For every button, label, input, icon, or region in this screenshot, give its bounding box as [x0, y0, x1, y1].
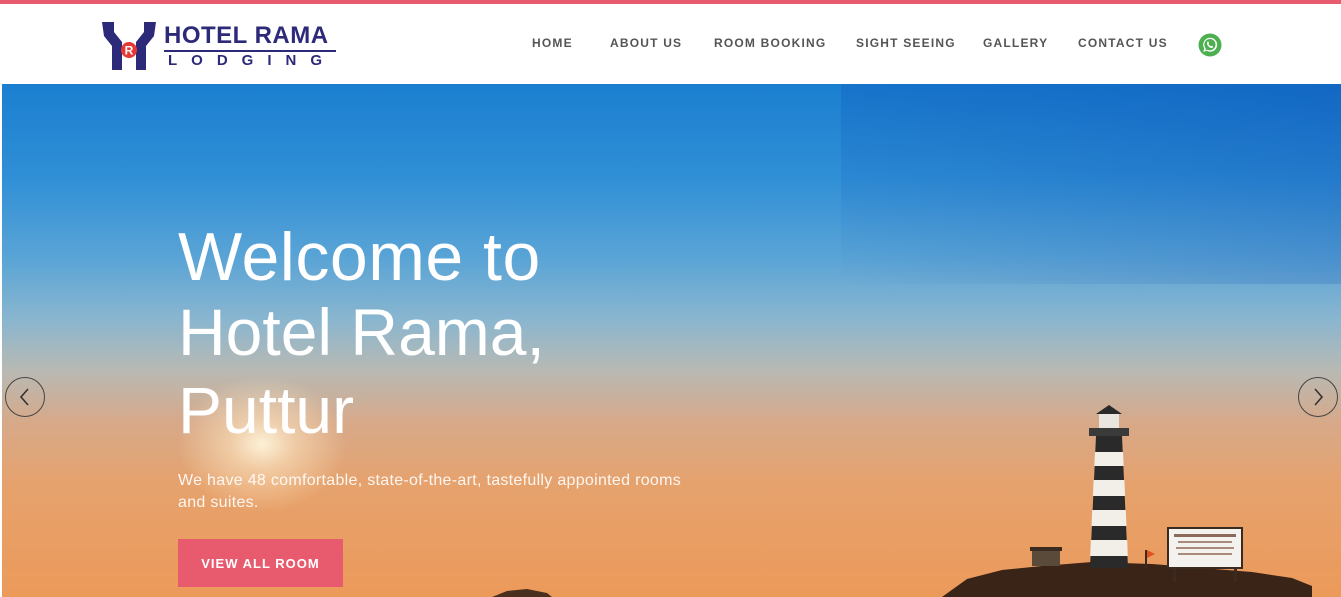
hotel-rama-logo-icon: R: [102, 22, 156, 70]
whatsapp-icon[interactable]: [1198, 33, 1222, 57]
hero-title-line2: Hotel Rama,: [178, 295, 545, 369]
logo[interactable]: R HOTEL RAMA LODGING: [100, 18, 336, 74]
chevron-left-icon: [19, 388, 29, 406]
hero-subtitle: We have 48 comfortable, state-of-the-art…: [178, 472, 682, 511]
chevron-right-icon: [1314, 388, 1324, 406]
site-header: R HOTEL RAMA LODGING HOME ABOUT US ROOM …: [0, 4, 1341, 84]
nav-about-us[interactable]: ABOUT US: [610, 36, 682, 50]
brand-subtitle: LODGING: [168, 51, 336, 69]
hero-title-line3: Puttur: [178, 373, 355, 447]
hero-title-line1: Welcome to: [178, 219, 541, 295]
nav-gallery[interactable]: GALLERY: [983, 36, 1048, 50]
hero-slider: Welcome to Hotel Rama, Puttur We have 48…: [2, 84, 1341, 597]
nav-room-booking[interactable]: ROOM BOOKING: [714, 36, 826, 50]
view-all-room-button[interactable]: VIEW ALL ROOM: [178, 539, 343, 587]
brand-name: HOTEL RAMA: [164, 22, 336, 52]
nav-contact-us[interactable]: CONTACT US: [1078, 36, 1168, 50]
slider-next-button[interactable]: [1298, 377, 1338, 417]
slider-prev-button[interactable]: [5, 377, 45, 417]
nav-home[interactable]: HOME: [532, 36, 573, 50]
svg-text:R: R: [125, 44, 134, 58]
nav-sight-seeing[interactable]: SIGHT SEEING: [856, 36, 956, 50]
